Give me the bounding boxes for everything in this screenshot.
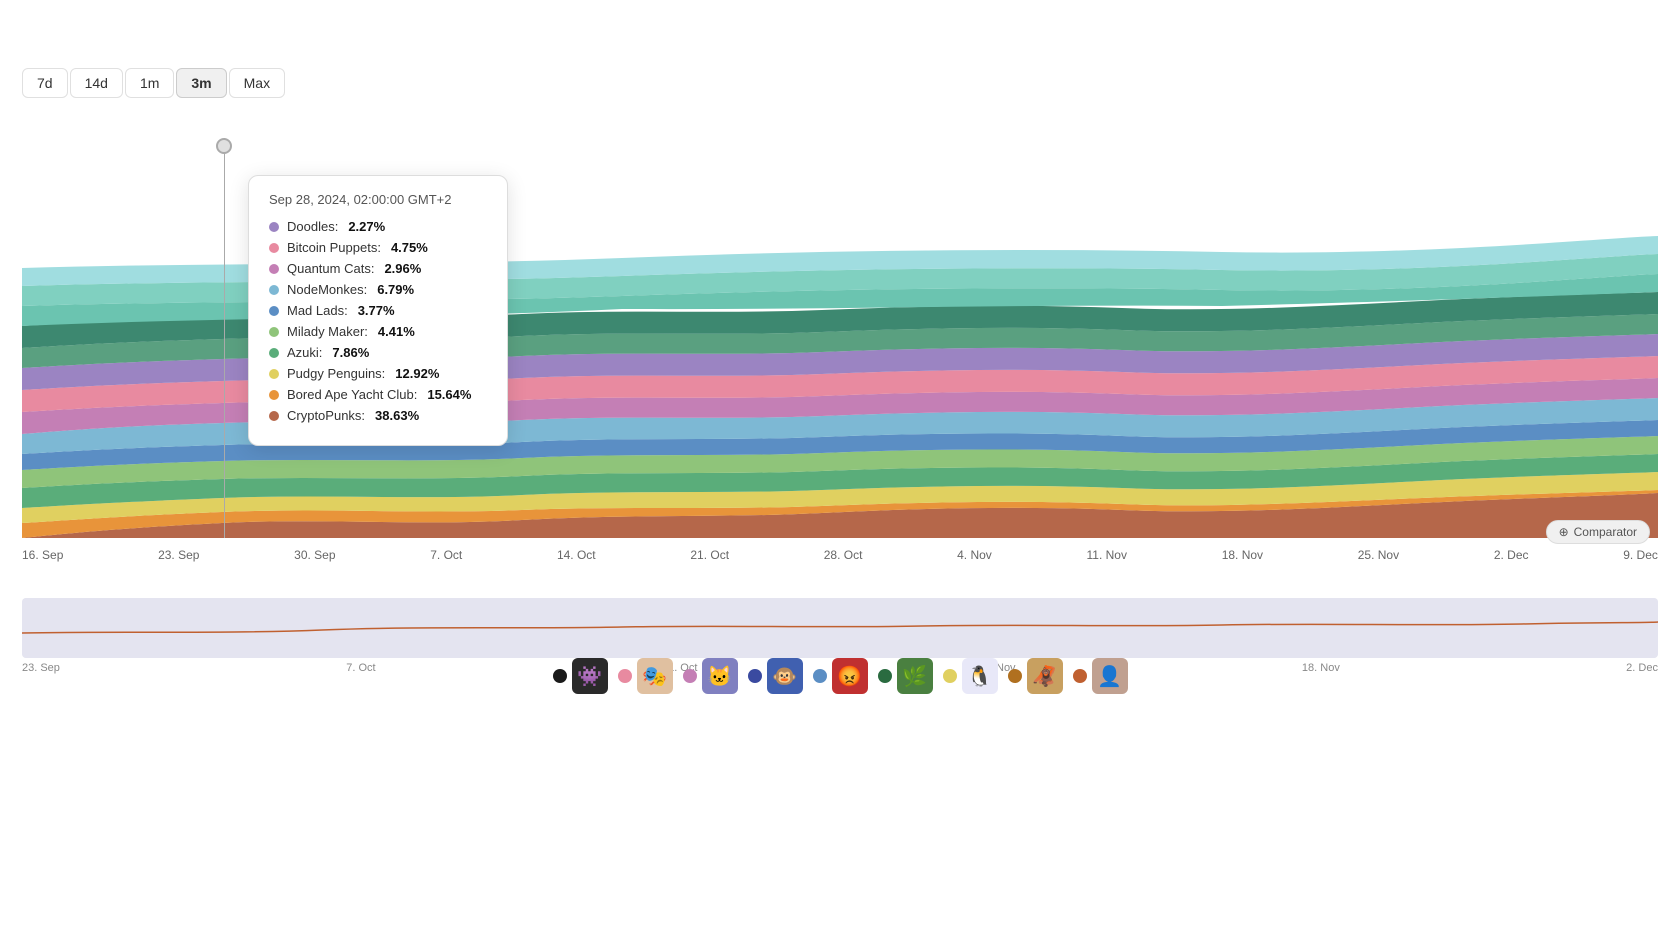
tooltip-row-milady: Milady Maker: 4.41% — [269, 324, 487, 339]
tooltip-row-mad-lads: Mad Lads: 3.77% — [269, 303, 487, 318]
legend-item-cryptopunks[interactable]: 👾 — [553, 658, 608, 694]
btn-max[interactable]: Max — [229, 68, 285, 98]
x-label-10: 25. Nov — [1358, 548, 1399, 562]
tooltip-value-azuki: 7.86% — [332, 345, 369, 360]
tooltip-label-doodles: Doodles: — [287, 219, 338, 234]
tooltip-label-quantum-cats: Quantum Cats: — [287, 261, 374, 276]
legend-dot-azuki — [878, 669, 892, 683]
legend-img-extra: 👤 — [1092, 658, 1128, 694]
legend-dot-bitcoin-puppets — [618, 669, 632, 683]
x-label-0: 16. Sep — [22, 548, 63, 562]
btn-1m[interactable]: 1m — [125, 68, 174, 98]
x-label-12: 9. Dec — [1623, 548, 1658, 562]
tooltip-dot-doodles — [269, 222, 279, 232]
tooltip-row-quantum-cats: Quantum Cats: 2.96% — [269, 261, 487, 276]
x-axis-labels: 16. Sep 23. Sep 30. Sep 7. Oct 14. Oct 2… — [22, 548, 1658, 562]
tooltip-value-bitcoin-puppets: 4.75% — [391, 240, 428, 255]
tooltip-value-pudgy: 12.92% — [395, 366, 439, 381]
tooltip-label-milady: Milady Maker: — [287, 324, 368, 339]
tooltip-value-bayc: 15.64% — [427, 387, 471, 402]
tooltip-label-azuki: Azuki: — [287, 345, 322, 360]
legend-row: 👾 🎭 🐱 🐵 😡 🌿 🐧 — [0, 658, 1680, 694]
legend-dot-extra — [1073, 669, 1087, 683]
tooltip-row-pudgy: Pudgy Penguins: 12.92% — [269, 366, 487, 381]
tooltip-dot-cryptopunks — [269, 411, 279, 421]
legend-img-quantum-cats: 🐱 — [702, 658, 738, 694]
tooltip-dot-bayc — [269, 390, 279, 400]
tooltip-label-mad-lads: Mad Lads: — [287, 303, 348, 318]
tooltip-value-doodles: 2.27% — [348, 219, 385, 234]
tooltip-label-bitcoin-puppets: Bitcoin Puppets: — [287, 240, 381, 255]
legend-img-cryptopunks: 👾 — [572, 658, 608, 694]
x-label-7: 4. Nov — [957, 548, 992, 562]
legend-img-mad-lads: 😡 — [832, 658, 868, 694]
tooltip-time: Sep 28, 2024, 02:00:00 GMT+2 — [269, 192, 487, 207]
tooltip-value-quantum-cats: 2.96% — [384, 261, 421, 276]
tooltip-row-doodles: Doodles: 2.27% — [269, 219, 487, 234]
page-container: 7d 14d 1m 3m Max — [0, 0, 1680, 944]
tooltip-dot-pudgy — [269, 369, 279, 379]
tooltip-row-bayc: Bored Ape Yacht Club: 15.64% — [269, 387, 487, 402]
tooltip: Sep 28, 2024, 02:00:00 GMT+2 Doodles: 2.… — [248, 175, 508, 446]
comparator-icon: ⊕ — [1559, 525, 1569, 539]
tooltip-label-nodemonkes: NodeMonkes: — [287, 282, 367, 297]
x-label-2: 30. Sep — [294, 548, 335, 562]
legend-img-bitcoin-puppets: 🎭 — [637, 658, 673, 694]
tooltip-label-pudgy: Pudgy Penguins: — [287, 366, 385, 381]
tooltip-dot-nodemonkes — [269, 285, 279, 295]
legend-dot-nodemonkes — [748, 669, 762, 683]
legend-item-extra[interactable]: 👤 — [1073, 658, 1128, 694]
legend-item-nodemonkes[interactable]: 🐵 — [748, 658, 803, 694]
tooltip-row-nodemonkes: NodeMonkes: 6.79% — [269, 282, 487, 297]
comparator-button[interactable]: ⊕ Comparator — [1546, 520, 1650, 544]
cursor-dot-top — [216, 138, 232, 154]
legend-dot-mad-lads — [813, 669, 827, 683]
legend-dot-quantum-cats — [683, 669, 697, 683]
tooltip-value-cryptopunks: 38.63% — [375, 408, 419, 423]
x-label-4: 14. Oct — [557, 548, 596, 562]
legend-img-pudgy: 🐧 — [962, 658, 998, 694]
tooltip-dot-quantum-cats — [269, 264, 279, 274]
x-label-3: 7. Oct — [430, 548, 462, 562]
x-label-8: 11. Nov — [1087, 548, 1127, 562]
tooltip-row-bitcoin-puppets: Bitcoin Puppets: 4.75% — [269, 240, 487, 255]
mini-navigator[interactable] — [22, 598, 1658, 658]
tooltip-label-bayc: Bored Ape Yacht Club: — [287, 387, 417, 402]
legend-item-mad-lads[interactable]: 😡 — [813, 658, 868, 694]
x-label-5: 21. Oct — [690, 548, 729, 562]
tooltip-dot-bitcoin-puppets — [269, 243, 279, 253]
legend-img-bayc: 🦧 — [1027, 658, 1063, 694]
legend-item-bitcoin-puppets[interactable]: 🎭 — [618, 658, 673, 694]
tooltip-dot-mad-lads — [269, 306, 279, 316]
x-label-1: 23. Sep — [158, 548, 199, 562]
comparator-label: Comparator — [1574, 525, 1637, 539]
x-label-11: 2. Dec — [1494, 548, 1529, 562]
tooltip-value-milady: 4.41% — [378, 324, 415, 339]
tooltip-label-cryptopunks: CryptoPunks: — [287, 408, 365, 423]
btn-14d[interactable]: 14d — [70, 68, 123, 98]
legend-item-quantum-cats[interactable]: 🐱 — [683, 658, 738, 694]
x-label-9: 18. Nov — [1222, 548, 1263, 562]
legend-item-pudgy[interactable]: 🐧 — [943, 658, 998, 694]
legend-item-azuki[interactable]: 🌿 — [878, 658, 933, 694]
legend-dot-pudgy — [943, 669, 957, 683]
legend-img-nodemonkes: 🐵 — [767, 658, 803, 694]
legend-img-azuki: 🌿 — [897, 658, 933, 694]
x-label-6: 28. Oct — [824, 548, 863, 562]
tooltip-value-mad-lads: 3.77% — [358, 303, 395, 318]
time-range-bar: 7d 14d 1m 3m Max — [22, 68, 285, 98]
tooltip-row-cryptopunks: CryptoPunks: 38.63% — [269, 408, 487, 423]
legend-dot-bayc — [1008, 669, 1022, 683]
tooltip-row-azuki: Azuki: 7.86% — [269, 345, 487, 360]
tooltip-dot-azuki — [269, 348, 279, 358]
tooltip-dot-milady — [269, 327, 279, 337]
tooltip-value-nodemonkes: 6.79% — [377, 282, 414, 297]
legend-dot-cryptopunks — [553, 669, 567, 683]
legend-item-bayc[interactable]: 🦧 — [1008, 658, 1063, 694]
btn-7d[interactable]: 7d — [22, 68, 68, 98]
btn-3m[interactable]: 3m — [176, 68, 226, 98]
